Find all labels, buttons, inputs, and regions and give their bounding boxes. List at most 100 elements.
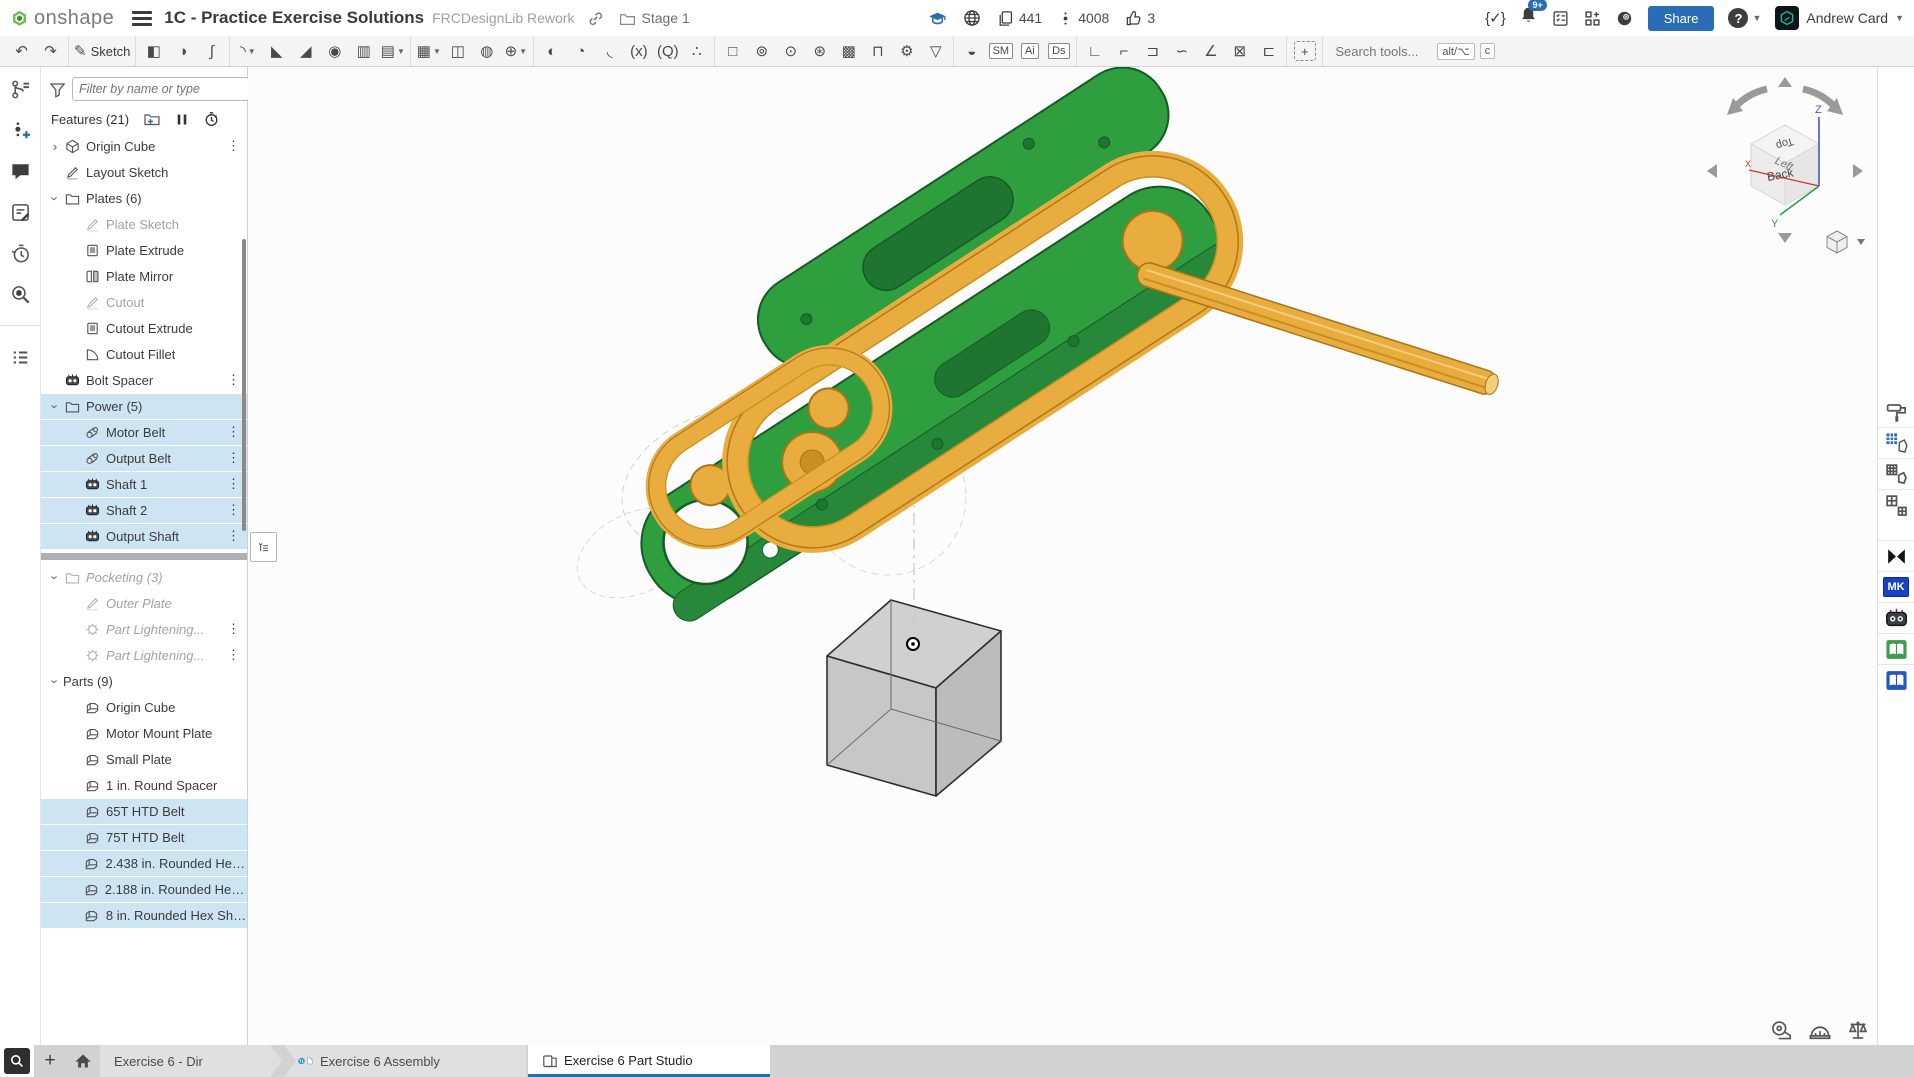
belt-tool[interactable]: ⊚	[747, 38, 776, 64]
model-scene[interactable]	[248, 67, 1877, 1045]
regenerate-timer-icon[interactable]	[203, 111, 219, 127]
feature-menu-dots[interactable]: ⋮	[227, 138, 240, 154]
feature-menu-dots[interactable]: ⋮	[227, 528, 240, 544]
outline-icon[interactable]	[8, 345, 32, 369]
ai-assistant-icon[interactable]	[1616, 9, 1634, 27]
tape-measure-icon[interactable]	[1771, 1019, 1793, 1041]
primitive-tool[interactable]: □	[718, 38, 747, 64]
feature-row-output-shaft[interactable]: Output Shaft⋮	[41, 523, 247, 549]
jog-tool[interactable]: ∽	[1167, 38, 1196, 64]
home-tab-button[interactable]	[66, 1045, 100, 1077]
origin-cube-part[interactable]	[827, 600, 1001, 796]
robot-app-icon[interactable]	[1878, 602, 1914, 633]
rotate-down-arrow[interactable]	[1778, 233, 1792, 243]
feature-row-cutout-fillet[interactable]: Cutout Fillet	[41, 341, 247, 367]
filter-icon[interactable]	[49, 80, 66, 98]
transform-tool[interactable]: ⊕▼	[501, 38, 530, 64]
chain-tool[interactable]: ⊙	[776, 38, 805, 64]
feature-row-plate-mirror[interactable]: Plate Mirror	[41, 263, 247, 289]
sprocket-tool[interactable]: ⊛	[805, 38, 834, 64]
comments-icon[interactable]	[8, 159, 32, 183]
flange-tool[interactable]: ∟	[1080, 38, 1109, 64]
blue-book-app-icon[interactable]	[1878, 664, 1914, 695]
feature-row-part-lightening[interactable]: Part Lightening...⋮	[41, 642, 247, 668]
bend-tool[interactable]: ⌐	[1109, 38, 1138, 64]
green-plate-assembly[interactable]	[555, 67, 1265, 627]
mass-properties-icon[interactable]	[1847, 1019, 1869, 1041]
rotate-up-arrow[interactable]	[1778, 77, 1792, 87]
feature-row-plate-sketch[interactable]: Plate Sketch	[41, 211, 247, 237]
chamfer-tool[interactable]: ◣	[262, 38, 291, 64]
rib-tool[interactable]: ▥	[349, 38, 378, 64]
public-globe-icon[interactable]	[963, 9, 981, 27]
rollback-bar[interactable]	[41, 553, 247, 560]
versions-stat[interactable]: 4008	[1058, 10, 1109, 26]
feature-row-origin-cube[interactable]: ›Origin Cube⋮	[41, 133, 247, 159]
split-tool[interactable]: ◐	[537, 38, 566, 64]
tree-scrollbar[interactable]	[242, 239, 246, 531]
feature-list-popout-button[interactable]	[250, 532, 277, 562]
mk-app-icon[interactable]: MK	[1878, 571, 1914, 602]
feature-row-2-438-in-rounded-hex[interactable]: 2.438 in. Rounded Hex...	[41, 850, 247, 876]
display-states-cube-icon[interactable]	[1878, 458, 1914, 489]
extrude-tool[interactable]: ◧	[139, 38, 168, 64]
appearance-tool[interactable]: ◒	[957, 38, 986, 64]
helix-tool[interactable]: ◔	[566, 38, 595, 64]
feature-row-plates-6[interactable]: ›Plates (6)	[41, 185, 247, 211]
feature-row-output-belt[interactable]: Output Belt⋮	[41, 445, 247, 471]
feature-filter-input[interactable]	[72, 77, 249, 101]
share-button[interactable]: Share	[1648, 6, 1715, 31]
feature-row-motor-belt[interactable]: Motor Belt⋮	[41, 419, 247, 445]
corner-tool[interactable]: ∠	[1196, 38, 1225, 64]
main-menu-icon[interactable]	[132, 11, 152, 26]
sweep-tool[interactable]: ∫	[197, 38, 226, 64]
filter-tool[interactable]: ▽	[921, 38, 950, 64]
feature-row-shaft-2[interactable]: Shaft 2⋮	[41, 497, 247, 523]
search-tools-input[interactable]	[1333, 43, 1432, 60]
feature-row-8-in-rounded-hex-shaft[interactable]: 8 in. Rounded Hex Shaft	[41, 902, 247, 928]
feature-menu-dots[interactable]: ⋮	[227, 647, 240, 663]
exploded-view-tool[interactable]: ∴	[682, 38, 711, 64]
view-menu-caret[interactable]	[1857, 239, 1865, 245]
expander-icon[interactable]: ›	[48, 398, 63, 414]
sketch-tool[interactable]: ✎Sketch	[72, 38, 132, 64]
butterfly-app-icon[interactable]	[1878, 540, 1914, 571]
feature-menu-dots[interactable]: ⋮	[227, 450, 240, 466]
feature-row-1-in-round-spacer[interactable]: 1 in. Round Spacer	[41, 772, 247, 798]
link-icon[interactable]	[586, 9, 604, 27]
release-notes-icon[interactable]	[8, 200, 32, 224]
feature-row-outer-plate[interactable]: Outer Plate	[41, 590, 247, 616]
sheet-metal-tool[interactable]: SM	[986, 38, 1015, 64]
help-menu[interactable]: ? ▼	[1728, 8, 1761, 28]
convert-tool[interactable]: ⊠	[1225, 38, 1254, 64]
tab-exercise-6-assembly[interactable]: Exercise 6 Assembly	[284, 1045, 526, 1077]
rotate-ccw-arrow[interactable]	[1737, 89, 1767, 105]
rotate-right-arrow[interactable]	[1853, 164, 1863, 178]
feature-menu-dots[interactable]: ⋮	[227, 424, 240, 440]
feature-row-power-5[interactable]: ›Power (5)	[41, 393, 247, 419]
feature-row-75t-htd-belt[interactable]: 75T HTD Belt	[41, 824, 247, 850]
feature-row-cutout-extrude[interactable]: Cutout Extrude	[41, 315, 247, 341]
user-menu[interactable]: Andrew Card ▼	[1775, 6, 1904, 30]
feature-menu-dots[interactable]: ⋮	[227, 476, 240, 492]
circular-pattern-tool[interactable]: ◍	[472, 38, 501, 64]
feature-row-motor-mount-plate[interactable]: Motor Mount Plate	[41, 720, 247, 746]
versions-graph-icon[interactable]	[8, 77, 32, 101]
modify-fillet-tool[interactable]: ◟	[595, 38, 624, 64]
variable-tool[interactable]: (x)	[624, 38, 653, 64]
expander-icon[interactable]: ›	[48, 190, 63, 206]
tab-exercise-6-part-studio[interactable]: Exercise 6 Part Studio	[528, 1045, 770, 1077]
rotate-left-arrow[interactable]	[1707, 164, 1717, 178]
linear-pattern-tool[interactable]: ▦▼	[414, 38, 443, 64]
view-cube[interactable]: Top Back Left Z X Y	[1697, 73, 1873, 269]
protractor-icon[interactable]	[1809, 1019, 1831, 1041]
workspace-breadcrumb[interactable]: Stage 1	[618, 9, 689, 27]
hex-shaft-part[interactable]	[1135, 260, 1501, 397]
appearance-panel-icon[interactable]	[1878, 397, 1914, 427]
copies-stat[interactable]: 441	[997, 10, 1042, 27]
expander-icon[interactable]: ›	[47, 139, 63, 154]
notifications-bell-icon[interactable]: 9+	[1519, 6, 1538, 30]
frame-tool[interactable]: ⊓	[863, 38, 892, 64]
feature-row-part-lightening[interactable]: Part Lightening...⋮	[41, 616, 247, 642]
feature-menu-dots[interactable]: ⋮	[227, 372, 240, 388]
